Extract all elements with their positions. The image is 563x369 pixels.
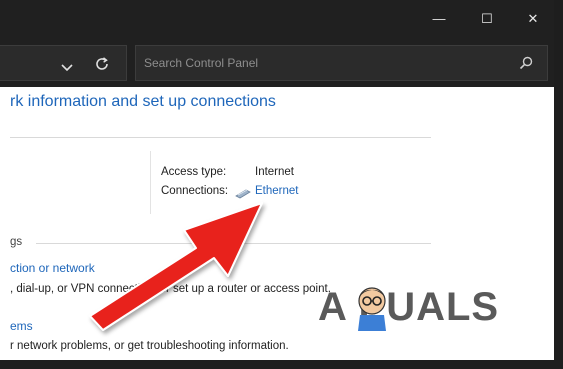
mascot-icon <box>358 287 386 331</box>
control-panel-window: — ☐ ✕ Search Control Panel rk informatio… <box>0 0 563 369</box>
appuals-watermark: A PUALS <box>318 281 528 333</box>
